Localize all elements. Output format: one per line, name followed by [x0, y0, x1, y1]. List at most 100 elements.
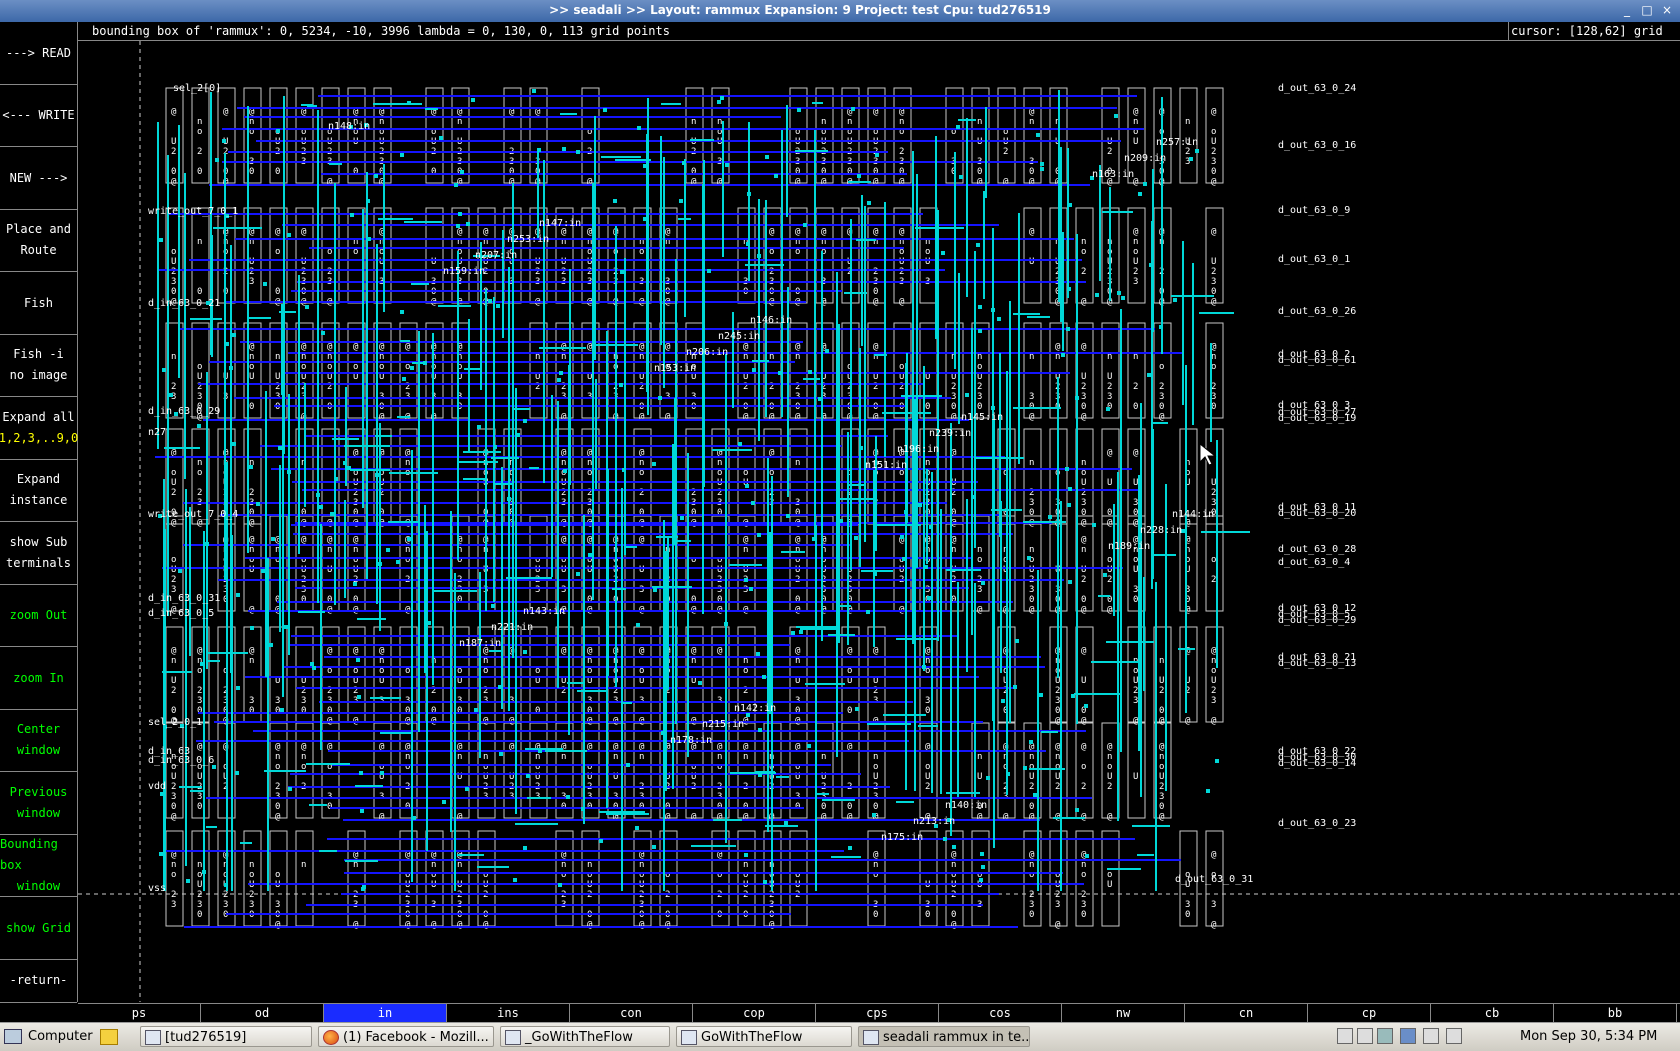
contact: [1068, 203, 1072, 207]
cell-glyph: n: [977, 752, 982, 762]
layer-tab-ins[interactable]: ins: [447, 1004, 570, 1023]
menu-button-read[interactable]: ---> READ: [0, 22, 77, 85]
cell-glyph: @: [1107, 605, 1113, 615]
taskbar-task[interactable]: [tud276519]: [140, 1026, 312, 1047]
contact: [914, 498, 918, 502]
contact: [347, 466, 351, 470]
instance-label: n253:in: [507, 234, 549, 245]
cell-glyph: @: [795, 227, 801, 237]
network-icon[interactable]: [1357, 1028, 1373, 1044]
cell-glyph: n: [431, 860, 436, 870]
cell-glyph: 2: [197, 890, 202, 900]
layer-tab-cps[interactable]: cps: [816, 1004, 939, 1023]
menu-button-fish-i[interactable]: Fish -i no image: [0, 334, 77, 397]
menu-button-previous[interactable]: Previous window: [0, 772, 77, 835]
menu-button-show-grid[interactable]: show Grid: [0, 897, 77, 960]
contact: [1015, 639, 1019, 643]
layout-drawing[interactable]: @U20@no20@U20@@no30oU20@oU23oU23@@noU0@n…: [78, 41, 1680, 1002]
taskbar-task[interactable]: seadali rammux in te...: [858, 1026, 1030, 1047]
cell-glyph: @: [1107, 812, 1113, 822]
contact: [1117, 291, 1121, 295]
cell-glyph: U: [1081, 676, 1086, 686]
menu-button-return[interactable]: -return-: [0, 959, 77, 1003]
workspace-4-icon[interactable]: [1446, 1028, 1462, 1044]
maximize-icon[interactable]: □: [1638, 2, 1656, 19]
cell-glyph: 0: [847, 802, 852, 812]
clock[interactable]: Mon Sep 30, 5:34 PM: [1520, 1026, 1657, 1047]
contact: [516, 433, 520, 437]
menu-button-center[interactable]: Center window: [0, 709, 77, 772]
workspace-2-icon[interactable]: [1400, 1028, 1416, 1044]
close-icon[interactable]: ×: [1658, 2, 1676, 19]
cell-glyph: o: [561, 555, 566, 565]
layer-tab-cop[interactable]: cop: [693, 1004, 816, 1023]
cell-glyph: o: [587, 870, 592, 880]
cell-glyph: 2: [1211, 147, 1216, 157]
layer-tab-cb[interactable]: cb: [1431, 1004, 1554, 1023]
cell-glyph: n: [1081, 237, 1086, 247]
contact: [717, 100, 721, 104]
contact: [499, 752, 503, 756]
cell-glyph: 0: [691, 167, 696, 177]
cell-glyph: 0: [847, 167, 852, 177]
cell-glyph: n: [873, 860, 878, 870]
layer-tab-cp[interactable]: cp: [1308, 1004, 1431, 1023]
instance-label: n206:in: [686, 347, 728, 358]
cell-glyph: U: [561, 565, 566, 575]
cell-glyph: n: [249, 656, 254, 666]
contact: [797, 108, 801, 112]
workspace-1-icon[interactable]: [1377, 1028, 1393, 1044]
cell-glyph: 3: [1029, 900, 1034, 910]
cell-glyph: o: [483, 870, 488, 880]
menu-button-write[interactable]: <--- WRITE: [0, 84, 77, 147]
cell-glyph: U: [1029, 257, 1034, 267]
taskbar-task[interactable]: (1) Facebook - Mozill...: [318, 1026, 494, 1047]
volume-icon[interactable]: [1337, 1028, 1353, 1044]
menu-button-show-sub[interactable]: show Sub terminals: [0, 522, 77, 585]
cell-glyph: 0: [899, 167, 904, 177]
layer-tab-con[interactable]: con: [570, 1004, 693, 1023]
cell-glyph: o: [1081, 247, 1086, 257]
contact: [375, 473, 379, 477]
workspace-3-icon[interactable]: [1423, 1028, 1439, 1044]
menu-button-expand[interactable]: Expand instance: [0, 459, 77, 522]
menu-button-place-and[interactable]: Place and Route: [0, 209, 77, 272]
output-terminal-label: d_out_63_0_14: [1278, 758, 1356, 769]
cell-glyph: @: [873, 646, 879, 656]
cell-glyph: U: [587, 257, 592, 267]
layer-tab-cos[interactable]: cos: [939, 1004, 1062, 1023]
menu-button-zoom-out[interactable]: zoom Out: [0, 584, 77, 647]
layer-tab-od[interactable]: od: [201, 1004, 324, 1023]
menu-button-new[interactable]: NEW --->: [0, 147, 77, 210]
cell-glyph: o: [1133, 247, 1138, 257]
minimize-icon[interactable]: _: [1618, 2, 1636, 19]
menu-button-zoom-in[interactable]: zoom In: [0, 647, 77, 710]
contact: [1149, 263, 1153, 267]
taskbar-task[interactable]: GoWithTheFlow: [676, 1026, 852, 1047]
cell-glyph: U: [1055, 772, 1060, 782]
cell-glyph: @: [561, 535, 567, 545]
instance-label: n148:in: [328, 121, 370, 132]
cell-glyph: n: [743, 752, 748, 762]
instance-label: n163:in: [1092, 169, 1134, 180]
menu-button-bounding-box[interactable]: Bounding box window: [0, 834, 77, 897]
cell-glyph: o: [197, 468, 202, 478]
layer-tab-in[interactable]: in: [324, 1004, 447, 1023]
cell-glyph: 2: [1029, 782, 1034, 792]
taskbar-task[interactable]: _GoWithTheFlow: [500, 1026, 670, 1047]
menu-label: Bounding box: [0, 836, 58, 872]
menu-button-fish[interactable]: Fish: [0, 272, 77, 335]
cell-glyph: 2: [1055, 782, 1060, 792]
layout-canvas[interactable]: @U20@no20@U20@@no30oU20@oU23oU23@@noU0@n…: [78, 41, 1680, 1002]
contact: [563, 469, 567, 473]
notes-launcher-icon[interactable]: [100, 1026, 122, 1047]
layer-tab-ps[interactable]: ps: [78, 1004, 201, 1023]
layer-tab-bb[interactable]: bb: [1554, 1004, 1677, 1023]
window-titlebar[interactable]: >> seadali >> Layout: rammux Expansion: …: [0, 0, 1680, 22]
cell-glyph: U: [1211, 257, 1216, 267]
layer-tab-nw[interactable]: nw: [1062, 1004, 1185, 1023]
contact: [367, 237, 371, 241]
start-menu-button[interactable]: Computer: [4, 1026, 93, 1047]
layer-tab-cn[interactable]: cn: [1185, 1004, 1308, 1023]
menu-button-expand-all[interactable]: Expand all 1,2,3,..9,0: [0, 397, 78, 460]
